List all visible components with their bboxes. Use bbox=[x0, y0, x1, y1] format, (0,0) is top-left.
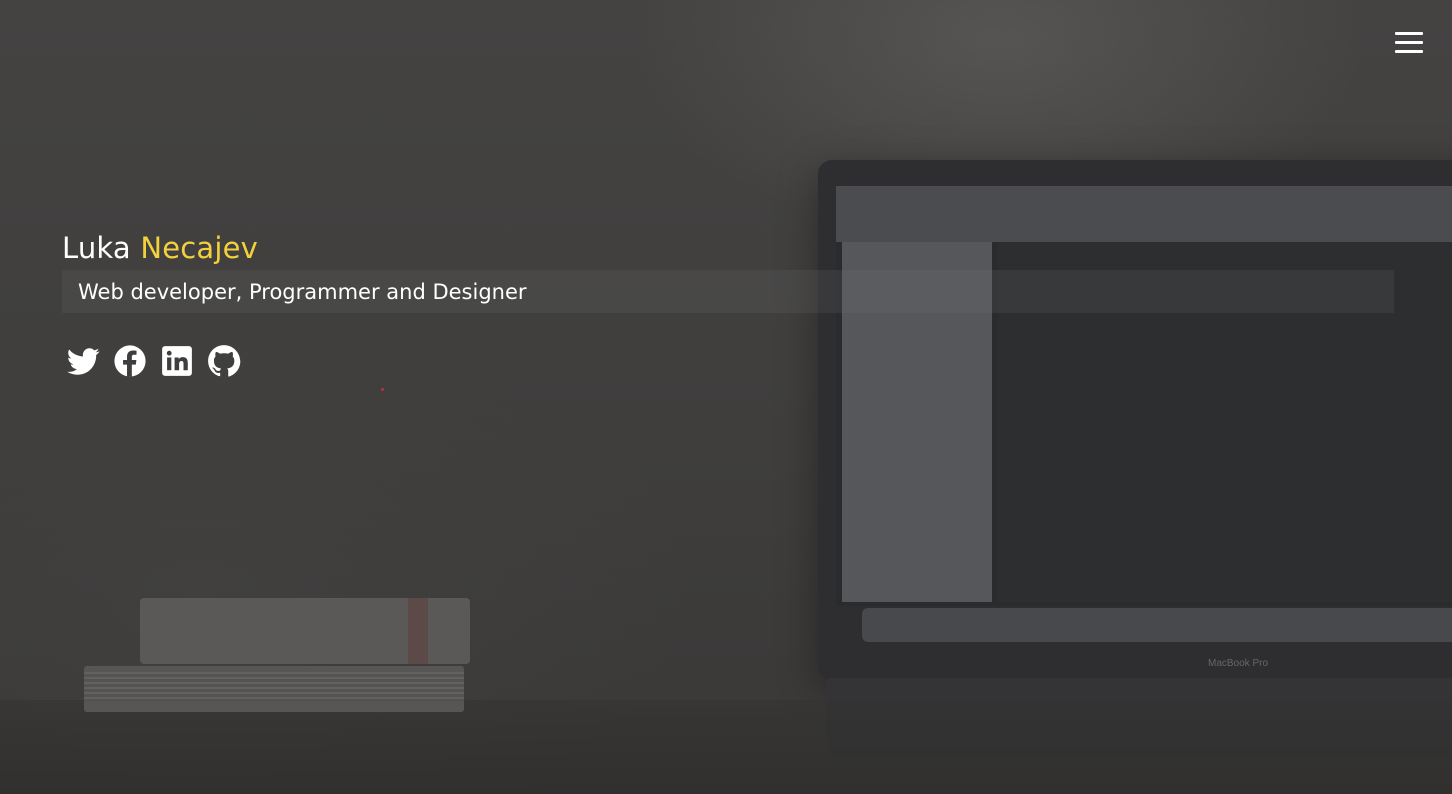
background-laptop-screen bbox=[836, 186, 1452, 606]
github-link[interactable] bbox=[207, 344, 241, 378]
linkedin-icon bbox=[162, 346, 192, 376]
twitter-link[interactable] bbox=[66, 344, 100, 378]
facebook-link[interactable] bbox=[113, 344, 147, 378]
hero-name: Luka Necajev bbox=[62, 228, 258, 268]
background-browser-bar bbox=[836, 186, 1452, 242]
linkedin-link[interactable] bbox=[160, 344, 194, 378]
cursor-dot bbox=[381, 388, 384, 391]
tagline-banner: Web developer, Programmer and Designer bbox=[62, 270, 1394, 313]
background-book-top bbox=[140, 598, 470, 664]
background-books-image bbox=[84, 598, 504, 714]
menu-toggle-button[interactable] bbox=[1395, 32, 1423, 54]
background-dock bbox=[862, 608, 1452, 642]
background-laptop-image: MacBook Pro bbox=[818, 160, 1452, 680]
github-icon bbox=[208, 345, 241, 377]
background-book-pages bbox=[84, 672, 464, 702]
background-book-band bbox=[408, 598, 428, 664]
twitter-icon bbox=[67, 348, 100, 375]
hero-section: MacBook Pro Luka Necajev Web developer, … bbox=[0, 0, 1452, 794]
social-links bbox=[66, 344, 241, 378]
background-laptop-label: MacBook Pro bbox=[1208, 658, 1269, 669]
facebook-icon bbox=[114, 345, 146, 377]
background-table bbox=[0, 700, 1452, 794]
tagline-text: Web developer, Programmer and Designer bbox=[78, 280, 527, 304]
hero-last-name: Necajev bbox=[140, 231, 259, 265]
hero-first-name: Luka bbox=[62, 231, 131, 265]
